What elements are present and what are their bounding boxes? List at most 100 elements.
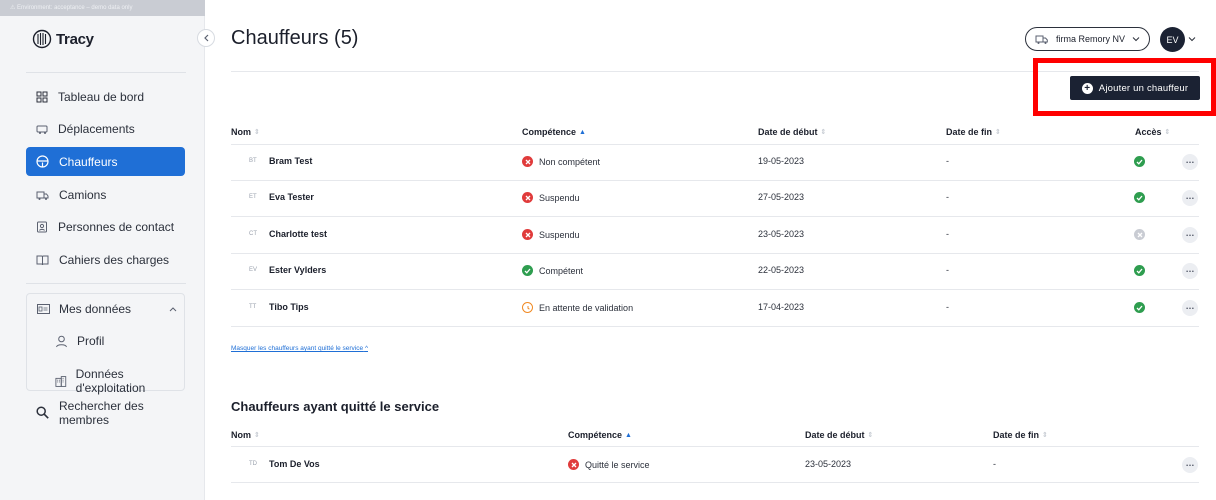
- trips-icon: [36, 125, 48, 134]
- collapse-sidebar-button[interactable]: [197, 29, 215, 47]
- error-icon: [522, 156, 533, 167]
- sidebar-item-profile[interactable]: Profil: [55, 334, 104, 348]
- sort-asc-icon: ▲: [579, 128, 586, 136]
- competence-status: En attente de validation: [522, 302, 633, 313]
- sort-icon: ⇕: [820, 129, 827, 136]
- hide-former-drivers-link[interactable]: Masquer les chauffeurs ayant quitté le s…: [231, 345, 368, 352]
- row-actions-button[interactable]: …: [1182, 300, 1198, 316]
- company-select[interactable]: firma Remory NV: [1025, 27, 1150, 51]
- column-header-start-date[interactable]: Date de début ⇕: [805, 430, 873, 440]
- sidebar-item-trucks[interactable]: Camions: [26, 180, 185, 209]
- column-header-start-date[interactable]: Date de début ⇕: [758, 127, 826, 137]
- column-header-name[interactable]: Nom ⇕: [231, 127, 260, 137]
- divider: [231, 216, 1199, 217]
- sidebar-item-specifications[interactable]: Cahiers des charges: [26, 245, 185, 274]
- table-row[interactable]: CT Charlotte test: [249, 229, 327, 239]
- chevron-left-icon: [204, 34, 209, 42]
- column-label: Compétence: [568, 430, 623, 440]
- access-denied-icon[interactable]: [1134, 229, 1145, 240]
- search-members-label: Rechercher des membres: [59, 398, 144, 427]
- search-members-button[interactable]: Rechercher des membres: [26, 398, 185, 427]
- driver-name: Tom De Vos: [269, 459, 320, 469]
- driver-initials: EV: [249, 267, 258, 273]
- add-driver-button[interactable]: + Ajouter un chauffeur: [1070, 76, 1200, 100]
- start-date: 19-05-2023: [758, 156, 805, 166]
- tracy-logo-icon: [32, 29, 52, 49]
- driver-initials: ET: [249, 194, 257, 200]
- sidebar-item-operating-data[interactable]: Données d'exploitation: [55, 367, 184, 395]
- logo[interactable]: Tracy: [32, 29, 94, 49]
- divider: [231, 253, 1199, 254]
- driver-name: Tibo Tips: [269, 302, 309, 312]
- sidebar-item-label: Camions: [59, 187, 107, 202]
- column-label: Date de fin: [993, 430, 1040, 440]
- end-date: -: [993, 459, 996, 469]
- sort-asc-icon: ▲: [625, 431, 632, 439]
- status-text: Suspendu: [539, 229, 580, 240]
- chevron-down-icon[interactable]: [1188, 36, 1196, 42]
- sidebar-item-contacts[interactable]: Personnes de contact: [26, 212, 185, 241]
- link-text: Masquer les chauffeurs ayant quitté le s…: [231, 345, 364, 352]
- start-date: 17-04-2023: [758, 302, 805, 312]
- access-granted-icon[interactable]: [1134, 156, 1145, 167]
- environment-banner: ⚠ Environment: acceptance – demo data on…: [0, 0, 205, 16]
- divider: [26, 72, 186, 73]
- end-date: -: [946, 156, 949, 166]
- column-header-end-date[interactable]: Date de fin ⇕: [993, 430, 1048, 440]
- pending-clock-icon: [522, 302, 533, 313]
- steering-wheel-icon: [36, 155, 49, 168]
- column-label: Date de début: [805, 430, 865, 440]
- my-data-toggle[interactable]: Mes données: [37, 302, 177, 316]
- competence-status: Compétent: [522, 265, 583, 276]
- sort-icon: ⇕: [254, 432, 260, 439]
- row-actions-button[interactable]: …: [1182, 227, 1198, 243]
- sidebar-item-drivers[interactable]: Chauffeurs: [26, 147, 185, 176]
- table-row[interactable]: EV Ester Vylders: [249, 265, 326, 275]
- divider: [231, 326, 1199, 327]
- building-icon: [55, 375, 67, 387]
- error-icon: [522, 192, 533, 203]
- table-row[interactable]: BT Bram Test: [249, 156, 312, 166]
- my-data-section: Mes données Profil Données d'exploitatio…: [26, 293, 185, 395]
- row-actions-button[interactable]: …: [1182, 154, 1198, 170]
- sidebar-item-trips[interactable]: Déplacements: [26, 114, 185, 143]
- column-header-competence[interactable]: Compétence ▲: [522, 127, 586, 137]
- chevron-up-icon: ^: [364, 345, 368, 352]
- end-date: -: [946, 192, 949, 202]
- status-text: Quitté le service: [585, 459, 650, 470]
- avatar[interactable]: EV: [1160, 27, 1185, 52]
- access-granted-icon[interactable]: [1134, 302, 1145, 313]
- column-header-name[interactable]: Nom ⇕: [231, 430, 260, 440]
- driver-name: Charlotte test: [269, 229, 328, 239]
- column-header-access[interactable]: Accès ⇕: [1135, 127, 1170, 137]
- end-date: -: [946, 302, 949, 312]
- start-date: 23-05-2023: [805, 459, 852, 469]
- company-name: firma Remory NV: [1056, 34, 1126, 44]
- check-icon: [522, 265, 533, 276]
- table-row[interactable]: ET Eva Tester: [249, 192, 314, 202]
- end-date: -: [946, 265, 949, 275]
- column-label: Nom: [231, 430, 251, 440]
- competence-status: Suspendu: [522, 229, 580, 240]
- sidebar-item-label: Données d'exploitation: [75, 367, 146, 395]
- sidebar-item-dashboard[interactable]: Tableau de bord: [26, 82, 185, 111]
- column-header-competence[interactable]: Compétence ▲: [568, 430, 632, 440]
- row-actions-button[interactable]: …: [1182, 190, 1198, 206]
- truck-icon: [1035, 35, 1048, 44]
- column-header-end-date[interactable]: Date de fin ⇕: [946, 127, 1001, 137]
- dashboard-icon: [36, 91, 48, 102]
- row-actions-button[interactable]: …: [1182, 263, 1198, 279]
- sort-icon: ⇕: [995, 129, 1001, 136]
- table-row[interactable]: TD Tom De Vos: [249, 459, 320, 469]
- access-granted-icon[interactable]: [1134, 265, 1145, 276]
- column-label: Accès: [1135, 127, 1162, 137]
- access-granted-icon[interactable]: [1134, 192, 1145, 203]
- sidebar-item-label: Profil: [77, 334, 105, 348]
- sort-icon: ⇕: [867, 432, 874, 439]
- table-row[interactable]: TT Tibo Tips: [249, 302, 309, 312]
- search-icon: [36, 406, 49, 419]
- divider: [231, 446, 1199, 447]
- row-actions-button[interactable]: …: [1182, 457, 1198, 473]
- sort-icon: ⇕: [254, 129, 260, 136]
- status-text: Compétent: [539, 265, 584, 276]
